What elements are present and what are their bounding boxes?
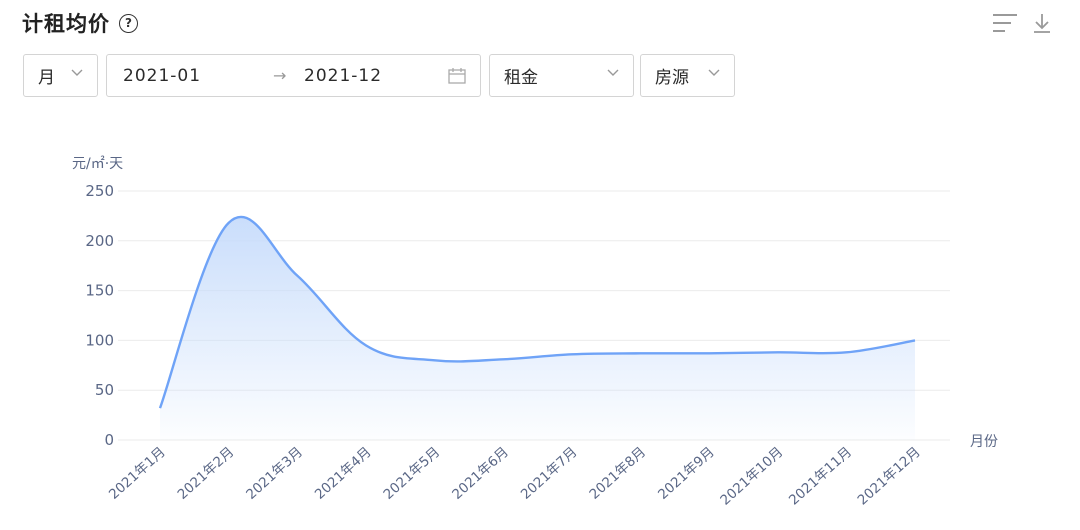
- download-icon[interactable]: [1032, 12, 1052, 34]
- x-tick-label: 2021年8月: [586, 444, 649, 503]
- y-tick-label: 200: [85, 232, 114, 250]
- list-settings-icon[interactable]: [992, 12, 1020, 34]
- question-circle-icon[interactable]: ?: [119, 13, 138, 33]
- data-point[interactable]: [224, 218, 234, 228]
- data-point[interactable]: [292, 271, 302, 281]
- dimension-select-value: 房源: [655, 68, 689, 88]
- toolbar: [992, 12, 1052, 34]
- calendar-icon: [448, 68, 466, 84]
- y-tick-label: 100: [85, 331, 114, 349]
- metric-select[interactable]: 租金: [489, 54, 634, 97]
- title-row: 计租均价 ?: [22, 6, 138, 40]
- period-select[interactable]: 月: [23, 54, 98, 97]
- data-point[interactable]: [910, 335, 920, 345]
- chevron-down-icon: [71, 69, 83, 76]
- data-point[interactable]: [567, 349, 577, 359]
- x-tick-label: 2021年4月: [312, 444, 375, 503]
- y-tick-label: 50: [95, 381, 114, 399]
- data-point[interactable]: [361, 340, 371, 350]
- date-range-end[interactable]: 2021-12: [304, 66, 382, 86]
- chevron-down-icon: [708, 69, 720, 76]
- x-tick-label: 2021年2月: [175, 444, 238, 503]
- x-tick-label: 2021年3月: [243, 444, 306, 503]
- metric-select-value: 租金: [504, 68, 538, 88]
- data-point[interactable]: [498, 354, 508, 364]
- x-tick-label: 2021年5月: [381, 444, 444, 503]
- x-tick-label: 2021年6月: [449, 444, 512, 503]
- x-tick-label: 2021年7月: [518, 444, 581, 503]
- y-tick-label: 250: [85, 182, 114, 200]
- y-axis-label: 元/㎡·天: [72, 156, 123, 172]
- series-area: [160, 216, 915, 440]
- rent-price-chart: 元/㎡·天 月份 0501001502002502021年1月 2021年2月 20…: [72, 156, 998, 509]
- page-title: 计租均价: [22, 12, 110, 36]
- x-tick-label: 2021年12月: [855, 444, 924, 508]
- chart-card: 计租均价 ? 月 2021-01 → 2021-12 租金 房源 元/㎡·天 月…: [0, 0, 1080, 530]
- y-tick-label: 0: [104, 431, 114, 449]
- date-range-separator: →: [273, 66, 287, 85]
- x-tick-label: 2021年10月: [717, 444, 786, 508]
- dimension-select[interactable]: 房源: [640, 54, 735, 97]
- data-point[interactable]: [430, 355, 440, 365]
- date-range-picker[interactable]: 2021-01 → 2021-12: [106, 54, 481, 97]
- data-point[interactable]: [841, 347, 851, 357]
- data-point[interactable]: [155, 403, 165, 413]
- date-range-start[interactable]: 2021-01: [123, 66, 201, 86]
- data-point[interactable]: [704, 348, 714, 358]
- x-tick-label: 2021年9月: [655, 444, 718, 503]
- data-point[interactable]: [635, 348, 645, 358]
- period-select-value: 月: [38, 68, 55, 88]
- chevron-down-icon: [607, 69, 619, 76]
- x-tick-label: 2021年1月: [106, 444, 169, 503]
- data-point[interactable]: [773, 347, 783, 357]
- x-axis-label: 月份: [970, 434, 998, 450]
- x-tick-label: 2021年11月: [786, 444, 855, 508]
- y-tick-label: 150: [85, 282, 114, 300]
